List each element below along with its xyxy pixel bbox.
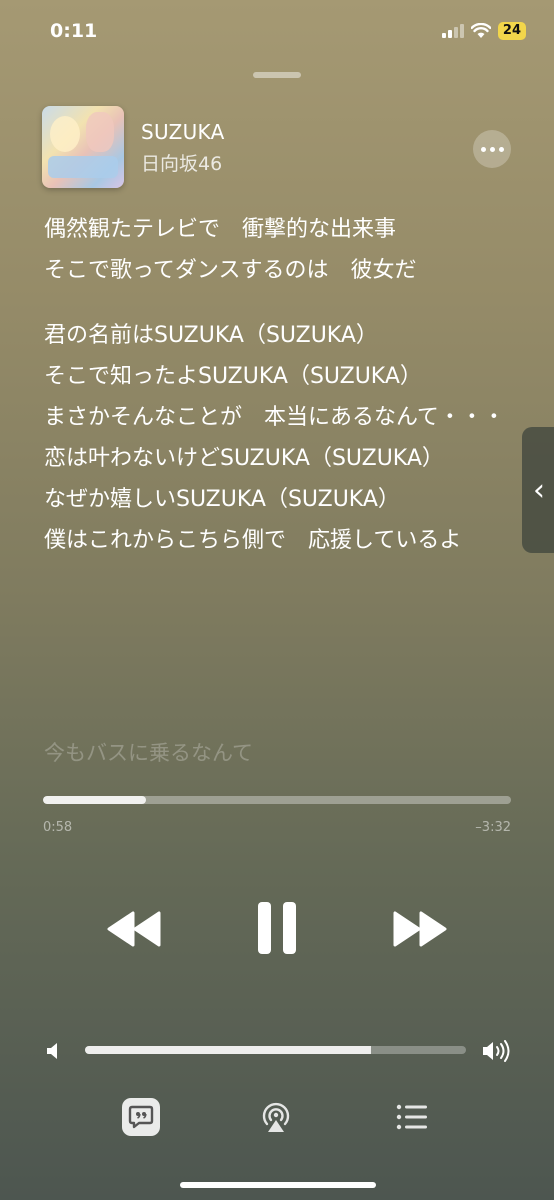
volume-slider[interactable] <box>85 1046 466 1054</box>
lyric-line[interactable]: 君の名前はSUZUKA（SUZUKA） <box>44 320 514 351</box>
lyrics-button[interactable] <box>122 1098 160 1136</box>
side-panel-handle[interactable]: ‹ <box>522 427 554 553</box>
queue-icon <box>396 1104 427 1130</box>
remaining-time: –3:32 <box>475 820 511 835</box>
lyric-line[interactable]: 僕はこれからこちら側で 応援しているよ <box>44 525 514 556</box>
sheet-grabber[interactable] <box>253 72 301 78</box>
backward-icon <box>107 911 161 947</box>
lyrics-panel: 偶然観たテレビで 衝撃的な出来事 そこで歌ってダンスするのは 彼女だ 君の名前は… <box>44 214 514 566</box>
queue-button[interactable] <box>396 1104 428 1130</box>
volume-low-icon <box>47 1043 57 1059</box>
artist-name[interactable]: 日向坂46 <box>141 149 222 176</box>
playback-progress-fill <box>43 796 146 804</box>
chevron-left-icon: ‹ <box>533 472 545 508</box>
status-time: 0:11 <box>50 20 98 42</box>
elapsed-time: 0:58 <box>43 820 73 835</box>
album-artwork[interactable] <box>42 106 124 188</box>
lyric-line[interactable]: そこで知ったよSUZUKA（SUZUKA） <box>44 361 514 392</box>
volume-high-icon <box>483 1040 510 1062</box>
playback-scrubber[interactable] <box>43 796 511 804</box>
airplay-icon <box>262 1102 290 1132</box>
more-icon <box>480 146 486 152</box>
cellular-signal-icon <box>441 24 464 38</box>
pause-icon <box>258 902 296 954</box>
wifi-icon <box>470 23 491 38</box>
lyric-line[interactable]: そこで歌ってダンスするのは 彼女だ <box>44 255 514 286</box>
song-title: SUZUKA <box>141 120 225 144</box>
forward-button[interactable] <box>392 909 448 949</box>
lyrics-icon <box>128 1105 154 1129</box>
lyric-line[interactable]: 偶然観たテレビで 衝撃的な出来事 <box>44 214 514 245</box>
home-indicator[interactable] <box>180 1182 376 1188</box>
pause-button[interactable] <box>256 900 298 956</box>
lyric-line[interactable]: 恋は叶わないけどSUZUKA（SUZUKA） <box>44 443 514 474</box>
airplay-button[interactable] <box>258 1100 294 1134</box>
lyric-line[interactable]: なぜか嬉しいSUZUKA（SUZUKA） <box>44 484 514 515</box>
volume-fill <box>85 1046 371 1054</box>
more-button[interactable] <box>473 130 511 168</box>
status-indicators: 24 <box>441 22 526 40</box>
lyric-line[interactable]: まさかそんなことが 本当にあるなんて・・・ <box>44 402 514 433</box>
forward-icon <box>393 911 447 947</box>
lyric-line-upcoming[interactable]: 今もバスに乗るなんて <box>44 738 253 769</box>
battery-indicator: 24 <box>497 22 526 40</box>
backward-button[interactable] <box>106 909 162 949</box>
